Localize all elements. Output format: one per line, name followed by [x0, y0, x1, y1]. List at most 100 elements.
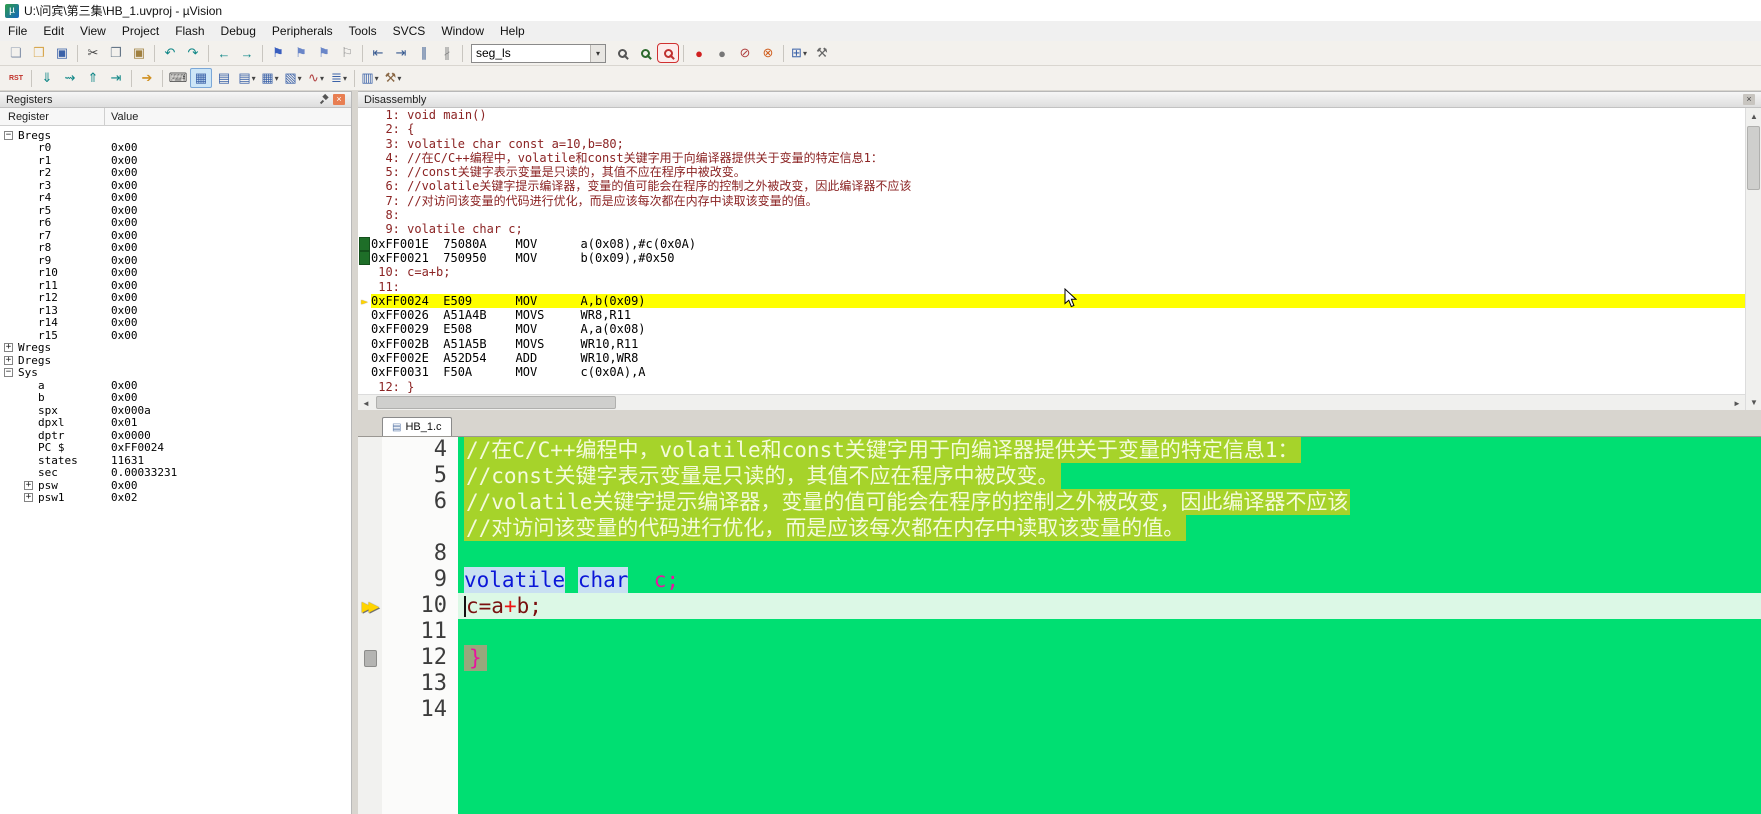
editor-margin[interactable]: [358, 541, 382, 567]
editor-margin[interactable]: [358, 645, 382, 671]
tree-item-pc-[interactable]: PC $0xFF0024: [0, 442, 351, 455]
chevron-down-icon[interactable]: [252, 74, 256, 83]
bookmark-previous-button[interactable]: ⚑: [290, 43, 312, 63]
disassembly-instruction-line[interactable]: 0xFF0024 E509 MOV A,b(0x09): [358, 294, 1745, 308]
code-line[interactable]: }: [458, 645, 1761, 671]
step-over-button[interactable]: ⇝: [59, 68, 81, 88]
code-line[interactable]: //volatile关键字提示编译器，变量的值可能会在程序的控制之外被改变，因此…: [458, 489, 1761, 515]
pin-icon[interactable]: [319, 94, 330, 105]
editor-line[interactable]: 6//volatile关键字提示编译器，变量的值可能会在程序的控制之外被改变，因…: [358, 489, 1761, 515]
editor-line[interactable]: 14: [358, 697, 1761, 723]
editor-margin[interactable]: [358, 593, 382, 619]
editor-margin[interactable]: [358, 437, 382, 463]
bookmark-clear-all-button[interactable]: ⚐: [336, 43, 358, 63]
command-window-button[interactable]: ⌨: [167, 68, 189, 88]
collapse-icon[interactable]: [4, 368, 13, 377]
disassembly-source-line[interactable]: 4: //在C/C++编程中，volatile和const关键字用于向编译器提供…: [358, 151, 1745, 165]
tab-hb-1-c[interactable]: HB_1.c: [382, 417, 452, 436]
tree-item-r3[interactable]: r30x00: [0, 179, 351, 192]
editor-line[interactable]: 5//const关键字表示变量是只读的，其值不应在程序中被改变。: [358, 463, 1761, 489]
disassembly-instruction-line[interactable]: 0xFF0021 750950 MOV b(0x09),#0x50: [358, 251, 1745, 265]
disassembly-instruction-line[interactable]: 0xFF0031 F50A MOV c(0x0A),A: [358, 365, 1745, 379]
run-to-cursor-button[interactable]: ⇥: [105, 68, 127, 88]
open-file-button[interactable]: ❒: [28, 43, 50, 63]
disassembly-view[interactable]: 1: void main() 2: { 3: volatile char con…: [358, 108, 1745, 394]
editor-line[interactable]: 10c=a+b;: [358, 593, 1761, 619]
chevron-down-icon[interactable]: [298, 74, 302, 83]
symbols-window-button[interactable]: ▤: [213, 68, 235, 88]
code-line[interactable]: [458, 671, 1761, 697]
editor-line[interactable]: 13: [358, 671, 1761, 697]
chevron-down-icon[interactable]: [590, 45, 605, 62]
menu-debug[interactable]: Debug: [213, 22, 264, 40]
step-out-button[interactable]: ⇑: [82, 68, 104, 88]
bookmark-toggle-button[interactable]: ⚑: [267, 43, 289, 63]
disassembly-instruction-line[interactable]: 0xFF0026 A51A4B MOVS WR8,R11: [358, 308, 1745, 322]
chevron-down-icon[interactable]: [803, 49, 807, 58]
search-combobox-input[interactable]: [472, 45, 590, 62]
tree-item-r0[interactable]: r00x00: [0, 142, 351, 155]
tree-item-sys[interactable]: Sys: [0, 367, 351, 380]
indent-button[interactable]: ⇥: [390, 43, 412, 63]
code-line[interactable]: volatile char c;: [458, 567, 1761, 593]
tree-item-r12[interactable]: r120x00: [0, 292, 351, 305]
tree-item-spx[interactable]: spx0x000a: [0, 404, 351, 417]
scroll-right-icon[interactable]: [1729, 395, 1745, 411]
code-line[interactable]: //const关键字表示变量是只读的，其值不应在程序中被改变。: [458, 463, 1761, 489]
disassembly-source-line[interactable]: 11:: [358, 280, 1745, 294]
chevron-down-icon[interactable]: [375, 74, 379, 83]
editor-margin[interactable]: [358, 463, 382, 489]
editor-line[interactable]: //对访问该变量的代码进行优化，而是应该每次都在内存中读取该变量的值。: [358, 515, 1761, 541]
tree-item-r7[interactable]: r70x00: [0, 229, 351, 242]
disassembly-source-line[interactable]: 12: }: [358, 380, 1745, 394]
scrollbar-thumb[interactable]: [376, 396, 616, 409]
disassembly-source-line[interactable]: 1: void main(): [358, 108, 1745, 122]
comment-selection-button[interactable]: ∥: [413, 43, 435, 63]
tree-item-r13[interactable]: r130x00: [0, 304, 351, 317]
chevron-down-icon[interactable]: [275, 74, 279, 83]
tree-item-states[interactable]: states11631: [0, 454, 351, 467]
toolbox-button[interactable]: ⚒: [382, 68, 404, 88]
expand-icon[interactable]: [24, 493, 33, 502]
tree-item-dpxl[interactable]: dpxl0x01: [0, 417, 351, 430]
disassembly-source-line[interactable]: 9: volatile char c;: [358, 222, 1745, 236]
menu-project[interactable]: Project: [114, 22, 167, 40]
tree-item-psw[interactable]: psw0x00: [0, 479, 351, 492]
editor-margin[interactable]: [358, 567, 382, 593]
code-line[interactable]: [458, 619, 1761, 645]
menu-svcs[interactable]: SVCS: [385, 22, 434, 40]
horizontal-splitter[interactable]: [358, 410, 1761, 417]
breakpoint-disable-button[interactable]: ●: [711, 43, 733, 63]
editor-margin[interactable]: [358, 515, 382, 541]
tree-item-r15[interactable]: r150x00: [0, 329, 351, 342]
highlight-search-button[interactable]: [657, 43, 679, 63]
close-icon[interactable]: [333, 94, 345, 105]
disassembly-source-line[interactable]: 8:: [358, 208, 1745, 222]
code-line[interactable]: [458, 541, 1761, 567]
scrollbar-thumb[interactable]: [1747, 126, 1760, 190]
reset-cpu-button[interactable]: RST: [5, 68, 27, 88]
tree-item-dregs[interactable]: Dregs: [0, 354, 351, 367]
tree-item-r14[interactable]: r140x00: [0, 317, 351, 330]
tree-item-b[interactable]: b0x00: [0, 392, 351, 405]
editor-line[interactable]: 4//在C/C++编程中，volatile和const关键字用于向编译器提供关于…: [358, 437, 1761, 463]
menu-window[interactable]: Window: [433, 22, 492, 40]
memory-windows-button[interactable]: ▦: [259, 68, 281, 88]
navigate-back-button[interactable]: ←: [213, 43, 235, 63]
chevron-down-icon[interactable]: [343, 74, 347, 83]
disassembly-source-line[interactable]: 3: volatile char const a=10,b=80;: [358, 137, 1745, 151]
configure-target-options-button[interactable]: ⚒: [811, 43, 833, 63]
disassembly-source-line[interactable]: 2: {: [358, 122, 1745, 136]
analysis-windows-button[interactable]: ∿: [305, 68, 327, 88]
editor-line[interactable]: 12}: [358, 645, 1761, 671]
redo-button[interactable]: ↷: [182, 43, 204, 63]
find-in-files-button[interactable]: [611, 43, 633, 63]
bookmark-next-button[interactable]: ⚑: [313, 43, 335, 63]
tree-item-r6[interactable]: r60x00: [0, 217, 351, 230]
scroll-left-icon[interactable]: [358, 395, 374, 411]
disassembly-source-line[interactable]: 10: c=a+b;: [358, 265, 1745, 279]
editor-margin[interactable]: [358, 489, 382, 515]
disassembly-window-button[interactable]: ▦: [190, 68, 212, 88]
copy-button[interactable]: ❐: [105, 43, 127, 63]
expand-icon[interactable]: [24, 481, 33, 490]
